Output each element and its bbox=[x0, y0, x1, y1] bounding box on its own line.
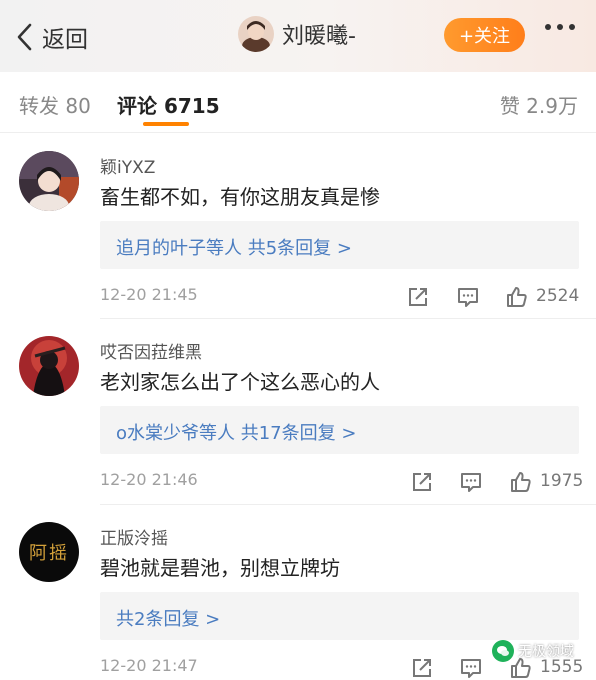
comment-text: 老刘家怎么出了个这么恶心的人 bbox=[100, 370, 380, 394]
back-label: 返回 bbox=[42, 27, 88, 53]
comment-author[interactable]: 正版泠摇 bbox=[100, 524, 168, 549]
top-bar: 返回 刘暖曦- +关注 bbox=[0, 0, 596, 72]
replies-link[interactable]: o水棠少爷等人 共17条回复 > bbox=[100, 406, 579, 454]
replies-summary[interactable]: 追月的叶子等人 共5条回复 > bbox=[116, 234, 352, 260]
comment-time: 12-20 21:47 bbox=[100, 656, 198, 675]
divider bbox=[100, 504, 596, 505]
comment-time: 12-20 21:45 bbox=[100, 285, 198, 304]
tab-forwards[interactable]: 转发 80 bbox=[19, 90, 91, 119]
watermark: 无极领域 bbox=[492, 640, 574, 662]
back-button[interactable]: 返回 bbox=[14, 20, 88, 54]
avatar[interactable] bbox=[238, 16, 274, 52]
replies-link[interactable]: 共2条回复 > bbox=[100, 592, 579, 640]
replies-summary[interactable]: o水棠少爷等人 共17条回复 > bbox=[116, 419, 356, 445]
comment-meta: 12-20 21:45 2524 bbox=[100, 285, 579, 309]
comment-author[interactable]: 颖iYXZ bbox=[100, 153, 155, 178]
more-options-icon[interactable] bbox=[545, 24, 575, 30]
comment-text: 碧池就是碧池，别想立牌坊 bbox=[100, 556, 340, 580]
watermark-text: 无极领域 bbox=[518, 644, 574, 660]
avatar[interactable]: 阿摇 bbox=[19, 522, 79, 582]
like-icon[interactable] bbox=[509, 470, 533, 494]
wechat-icon bbox=[492, 640, 514, 662]
share-icon[interactable] bbox=[406, 285, 430, 309]
chevron-left-icon bbox=[17, 23, 32, 51]
tab-likes[interactable]: 赞 2.9万 bbox=[500, 90, 578, 119]
comment-author[interactable]: 哎否因菈维黑 bbox=[100, 338, 202, 363]
share-icon[interactable] bbox=[410, 470, 434, 494]
avatar[interactable] bbox=[19, 151, 79, 211]
comment-icon[interactable] bbox=[459, 656, 483, 680]
share-icon[interactable] bbox=[410, 656, 434, 680]
tab-comments[interactable]: 评论 6715 bbox=[117, 90, 220, 119]
comment-icon[interactable] bbox=[459, 470, 483, 494]
like-count: 1975 bbox=[540, 471, 584, 491]
comment-text: 畜生都不如，有你这朋友真是惨 bbox=[100, 185, 380, 209]
avatar-text: 阿摇 bbox=[29, 543, 69, 564]
replies-summary[interactable]: 共2条回复 > bbox=[116, 605, 220, 631]
username[interactable]: 刘暖曦- bbox=[282, 18, 356, 50]
like-count: 2524 bbox=[536, 286, 580, 306]
divider bbox=[100, 318, 596, 319]
profile-header[interactable]: 刘暖曦- bbox=[238, 16, 356, 52]
comment-meta: 12-20 21:46 1975 bbox=[100, 470, 583, 494]
follow-button[interactable]: +关注 bbox=[444, 18, 525, 52]
tab-bar: 转发 80 评论 6715 赞 2.9万 bbox=[0, 72, 596, 133]
like-icon[interactable] bbox=[505, 285, 529, 309]
replies-link[interactable]: 追月的叶子等人 共5条回复 > bbox=[100, 221, 579, 269]
active-tab-indicator bbox=[143, 122, 189, 126]
comment-time: 12-20 21:46 bbox=[100, 470, 198, 489]
avatar[interactable] bbox=[19, 336, 79, 396]
comment-icon[interactable] bbox=[456, 285, 480, 309]
